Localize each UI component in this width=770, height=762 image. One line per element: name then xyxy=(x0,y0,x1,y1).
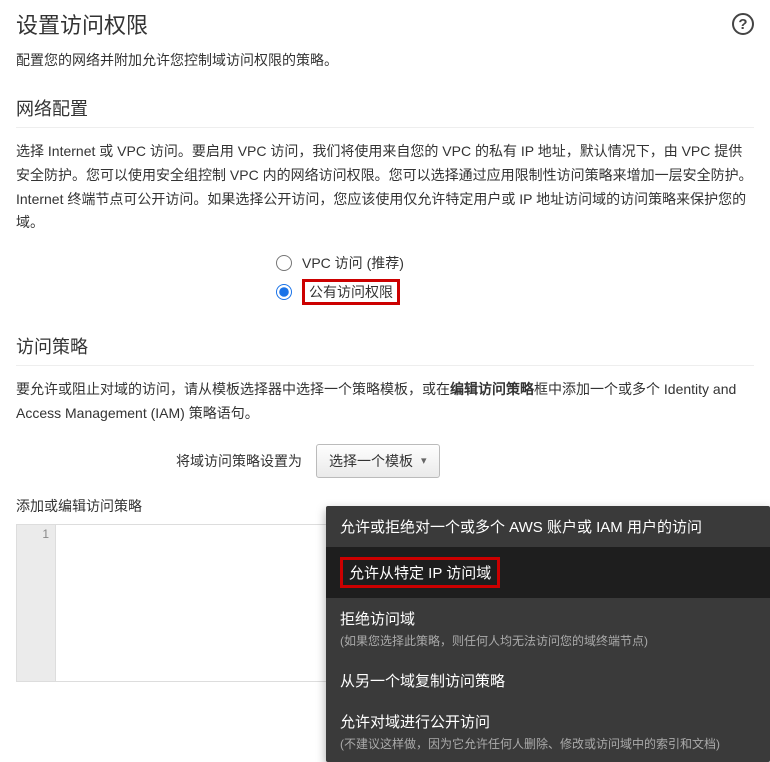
chevron-down-icon: ▾ xyxy=(421,454,427,467)
editor-line-number: 1 xyxy=(17,527,49,541)
dropdown-item-copy[interactable]: 从另一个域复制访问策略 xyxy=(326,660,770,701)
dropdown-item-public[interactable]: 允许对域进行公开访问 (不建议这样做，因为它允许任何人删除、修改或访问域中的索引… xyxy=(326,701,770,762)
section-network-heading: 网络配置 xyxy=(16,95,754,128)
radio-public[interactable]: 公有访问权限 xyxy=(276,279,754,305)
editor-and-dropdown: 1 允许或拒绝对一个或多个 AWS 账户或 IAM 用户的访问 允许从特定 IP… xyxy=(16,524,754,682)
dropdown-item-label: 从另一个域复制访问策略 xyxy=(340,670,756,691)
editor-gutter: 1 xyxy=(16,524,56,682)
dropdown-item-label: 允许对域进行公开访问 xyxy=(340,711,756,732)
dropdown-item-label: 拒绝访问域 xyxy=(340,608,756,629)
policy-set-row: 将域访问策略设置为 选择一个模板 ▾ xyxy=(176,444,754,478)
radio-public-label: 公有访问权限 xyxy=(302,279,400,305)
dropdown-item-deny[interactable]: 拒绝访问域 (如果您选择此策略，则任何人均无法访问您的域终端节点) xyxy=(326,598,770,660)
radio-vpc-label: VPC 访问 (推荐) xyxy=(302,253,404,273)
policy-desc-prefix: 要允许或阻止对域的访问，请从模板选择器中选择一个策略模板，或在 xyxy=(16,381,450,397)
template-select-button-label: 选择一个模板 xyxy=(329,451,413,471)
dropdown-item-desc: (不建议这样做，因为它允许任何人删除、修改或访问域中的索引和文档) xyxy=(340,736,756,753)
section-policy-heading: 访问策略 xyxy=(16,333,754,366)
network-radio-group: VPC 访问 (推荐) 公有访问权限 xyxy=(276,253,754,305)
policy-desc-bold: 编辑访问策略 xyxy=(450,381,534,397)
help-icon[interactable]: ? xyxy=(732,13,754,35)
page-subtitle: 配置您的网络并附加允许您控制域访问权限的策略。 xyxy=(16,50,754,71)
radio-vpc[interactable]: VPC 访问 (推荐) xyxy=(276,253,754,273)
page-title: 设置访问权限 xyxy=(16,8,148,40)
section-network-desc: 选择 Internet 或 VPC 访问。要启用 VPC 访问，我们将使用来自您… xyxy=(16,140,754,235)
template-select-button[interactable]: 选择一个模板 ▾ xyxy=(316,444,440,478)
section-policy-desc: 要允许或阻止对域的访问，请从模板选择器中选择一个策略模板，或在编辑访问策略框中添… xyxy=(16,378,754,426)
radio-vpc-input[interactable] xyxy=(276,255,292,271)
dropdown-item-label: 允许或拒绝对一个或多个 AWS 账户或 IAM 用户的访问 xyxy=(340,516,756,537)
template-dropdown: 允许或拒绝对一个或多个 AWS 账户或 IAM 用户的访问 允许从特定 IP 访… xyxy=(326,506,770,762)
dropdown-item-specific-ip[interactable]: 允许从特定 IP 访问域 xyxy=(326,547,770,598)
dropdown-item-label: 允许从特定 IP 访问域 xyxy=(340,557,500,588)
section-network: 网络配置 选择 Internet 或 VPC 访问。要启用 VPC 访问，我们将… xyxy=(16,95,754,305)
radio-public-input[interactable] xyxy=(276,284,292,300)
section-policy: 访问策略 要允许或阻止对域的访问，请从模板选择器中选择一个策略模板，或在编辑访问… xyxy=(16,333,754,682)
dropdown-item-aws-accounts[interactable]: 允许或拒绝对一个或多个 AWS 账户或 IAM 用户的访问 xyxy=(326,506,770,547)
dropdown-item-desc: (如果您选择此策略，则任何人均无法访问您的域终端节点) xyxy=(340,633,756,650)
policy-set-label: 将域访问策略设置为 xyxy=(176,451,302,471)
